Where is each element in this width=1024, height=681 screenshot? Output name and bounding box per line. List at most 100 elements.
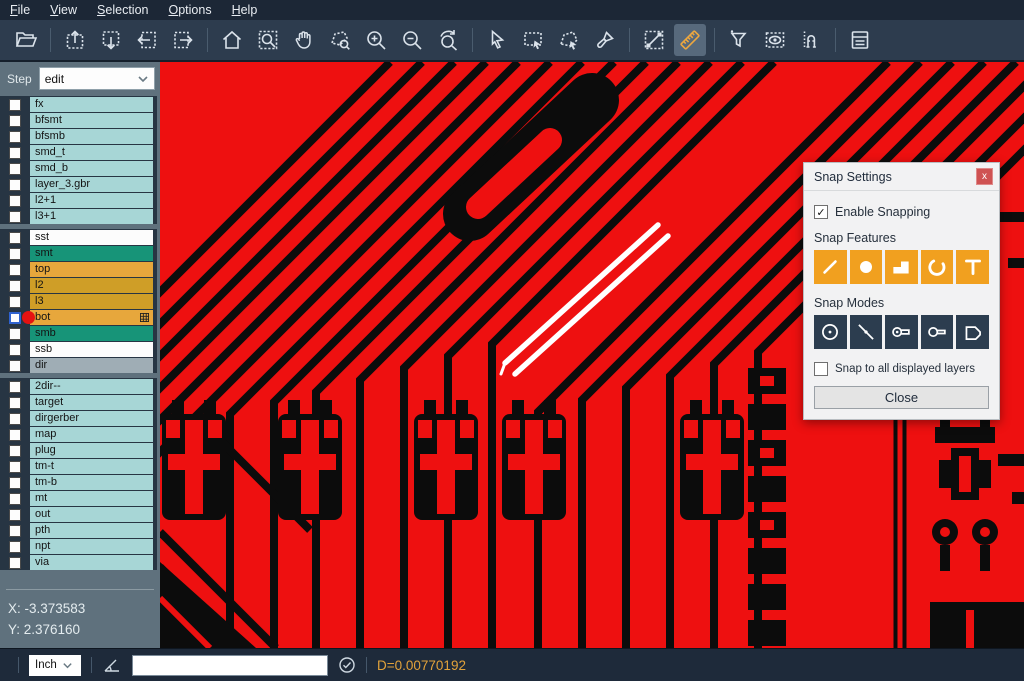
layer-row-l3[interactable]: l3: [0, 294, 157, 309]
layer-name[interactable]: sst: [30, 230, 153, 245]
menu-selection[interactable]: Selection: [97, 3, 148, 17]
layer-row-smd_b[interactable]: smd_b: [0, 161, 157, 176]
layer-checkbox[interactable]: [9, 509, 21, 521]
layer-name[interactable]: tm-b: [30, 475, 153, 490]
layer-row-sst[interactable]: sst: [0, 230, 157, 245]
enable-snapping-checkbox[interactable]: [814, 205, 828, 219]
mode-pad-entry-filled-button[interactable]: [885, 315, 918, 349]
layer-name[interactable]: via: [30, 555, 153, 570]
menu-help[interactable]: Help: [232, 3, 258, 17]
mode-pad-entry-button[interactable]: [921, 315, 954, 349]
step-select[interactable]: edit: [39, 67, 155, 90]
menu-view[interactable]: View: [50, 3, 77, 17]
layer-row-l2[interactable]: l2: [0, 278, 157, 293]
layer-checkbox[interactable]: [9, 477, 21, 489]
layer-checkbox[interactable]: [9, 296, 21, 308]
layer-checkbox[interactable]: [9, 147, 21, 159]
layer-checkbox[interactable]: [9, 328, 21, 340]
layer-checkbox[interactable]: [9, 344, 21, 356]
dialog-close-icon[interactable]: x: [976, 168, 993, 185]
layer-row-l2+1[interactable]: l2+1: [0, 193, 157, 208]
layer-name[interactable]: l3: [30, 294, 153, 309]
layer-name[interactable]: layer_3.gbr: [30, 177, 153, 192]
ruler-button[interactable]: [674, 24, 706, 56]
layer-row-ssb[interactable]: ssb: [0, 342, 157, 357]
layer-row-bot[interactable]: bot: [0, 310, 157, 325]
layer-row-plug[interactable]: plug: [0, 443, 157, 458]
layer-name[interactable]: dir: [30, 358, 153, 373]
layer-name[interactable]: l3+1: [30, 209, 153, 224]
layer-row-fx[interactable]: fx: [0, 97, 157, 112]
layer-name[interactable]: l2+1: [30, 193, 153, 208]
menu-options[interactable]: Options: [168, 3, 211, 17]
home-view-button[interactable]: [216, 24, 248, 56]
layer-checkbox[interactable]: [9, 280, 21, 292]
view-area-button[interactable]: [759, 24, 791, 56]
open-folder-button[interactable]: [10, 24, 42, 56]
layer-checkbox[interactable]: [9, 248, 21, 260]
layer-checkbox[interactable]: [9, 525, 21, 537]
snap-arc-button[interactable]: [921, 250, 954, 284]
layer-name[interactable]: map: [30, 427, 153, 442]
layer-row-target[interactable]: target: [0, 395, 157, 410]
layer-checkbox[interactable]: [9, 211, 21, 223]
layer-row-bfsmt[interactable]: bfsmt: [0, 113, 157, 128]
layer-name[interactable]: bfsmb: [30, 129, 153, 144]
layer-name[interactable]: fx: [30, 97, 153, 112]
layer-checkbox[interactable]: [9, 312, 21, 324]
layer-name[interactable]: out: [30, 507, 153, 522]
angle-measure-icon[interactable]: [102, 655, 122, 675]
layer-grid-icon[interactable]: [140, 313, 149, 322]
layer-row-pth[interactable]: pth: [0, 523, 157, 538]
layer-row-l3+1[interactable]: l3+1: [0, 209, 157, 224]
layer-checkbox[interactable]: [9, 413, 21, 425]
layer-checkbox[interactable]: [9, 397, 21, 409]
layer-name[interactable]: bfsmt: [30, 113, 153, 128]
layer-checkbox[interactable]: [9, 557, 21, 569]
layer-name[interactable]: smb: [30, 326, 153, 341]
layer-row-map[interactable]: map: [0, 427, 157, 442]
shift-down-button[interactable]: [95, 24, 127, 56]
snap-settings-button[interactable]: [795, 24, 827, 56]
zoom-area-button[interactable]: [252, 24, 284, 56]
layer-checkbox[interactable]: [9, 493, 21, 505]
layer-checkbox[interactable]: [9, 131, 21, 143]
layer-row-smb[interactable]: smb: [0, 326, 157, 341]
layer-name[interactable]: smt: [30, 246, 153, 261]
layer-checkbox[interactable]: [9, 195, 21, 207]
select-rect-button[interactable]: [517, 24, 549, 56]
snap-text-button[interactable]: [956, 250, 989, 284]
layer-checkbox[interactable]: [9, 360, 21, 372]
zoom-in-button[interactable]: [360, 24, 392, 56]
layer-row-2dir--[interactable]: 2dir--: [0, 379, 157, 394]
layer-name[interactable]: pth: [30, 523, 153, 538]
unit-select[interactable]: Inch: [29, 655, 81, 676]
layer-name[interactable]: target: [30, 395, 153, 410]
mode-midline-button[interactable]: [850, 315, 883, 349]
layer-row-mt[interactable]: mt: [0, 491, 157, 506]
layer-checkbox[interactable]: [9, 461, 21, 473]
filter-features-button[interactable]: [723, 24, 755, 56]
layer-name[interactable]: ssb: [30, 342, 153, 357]
layer-name[interactable]: mt: [30, 491, 153, 506]
dialog-title-bar[interactable]: Snap Settings x: [804, 163, 999, 191]
shift-up-button[interactable]: [59, 24, 91, 56]
select-polygon-button[interactable]: [553, 24, 585, 56]
layer-checkbox[interactable]: [9, 115, 21, 127]
layer-checkbox[interactable]: [9, 99, 21, 111]
layer-row-tm-t[interactable]: tm-t: [0, 459, 157, 474]
report-list-button[interactable]: [844, 24, 876, 56]
layer-checkbox[interactable]: [9, 163, 21, 175]
layer-checkbox[interactable]: [9, 541, 21, 553]
layer-row-layer_3.gbr[interactable]: layer_3.gbr: [0, 177, 157, 192]
zoom-polygon-button[interactable]: [324, 24, 356, 56]
layer-name[interactable]: smd_b: [30, 161, 153, 176]
snap-surface-button[interactable]: [885, 250, 918, 284]
layer-row-bfsmb[interactable]: bfsmb: [0, 129, 157, 144]
layer-name[interactable]: bot: [30, 310, 153, 325]
measure-line-button[interactable]: [638, 24, 670, 56]
layer-row-npt[interactable]: npt: [0, 539, 157, 554]
layer-name[interactable]: dirgerber: [30, 411, 153, 426]
layer-checkbox[interactable]: [9, 381, 21, 393]
layer-row-smt[interactable]: smt: [0, 246, 157, 261]
